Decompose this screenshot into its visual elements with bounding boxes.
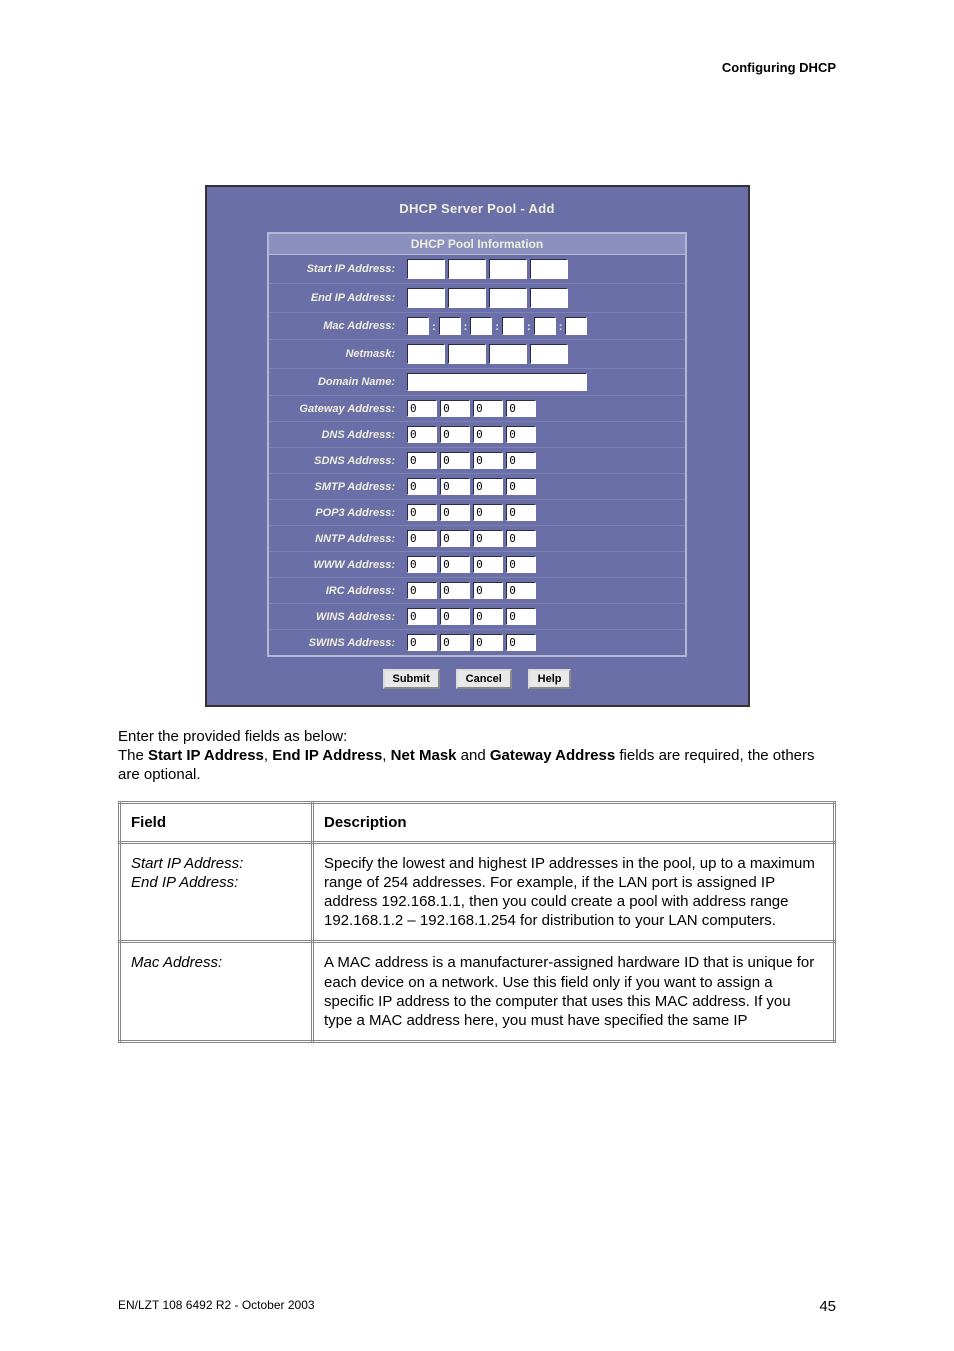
label-start-ip: Start IP Address: [269, 255, 401, 284]
swins-3[interactable] [473, 634, 503, 651]
label-end-ip: End IP Address: [269, 284, 401, 313]
www-3[interactable] [473, 556, 503, 573]
mac-1[interactable] [407, 317, 429, 335]
wins-4[interactable] [506, 608, 536, 625]
label-irc: IRC Address: [269, 578, 401, 604]
sdns-2[interactable] [440, 452, 470, 469]
label-gateway: Gateway Address: [269, 396, 401, 422]
end-ip-octet-1[interactable] [407, 288, 445, 308]
wins-3[interactable] [473, 608, 503, 625]
body-text: Enter the provided fields as below: The … [118, 727, 836, 785]
cell-start-ip [401, 255, 685, 284]
label-dns: DNS Address: [269, 422, 401, 448]
label-domain: Domain Name: [269, 369, 401, 396]
section-header: DHCP Pool Information [269, 234, 685, 255]
cell-netmask [401, 340, 685, 369]
nntp-4[interactable] [506, 530, 536, 547]
dns-3[interactable] [473, 426, 503, 443]
dns-4[interactable] [506, 426, 536, 443]
irc-2[interactable] [440, 582, 470, 599]
label-pop3: POP3 Address: [269, 500, 401, 526]
mac-5[interactable] [534, 317, 556, 335]
pop3-4[interactable] [506, 504, 536, 521]
dns-2[interactable] [440, 426, 470, 443]
help-button[interactable]: Help [528, 669, 572, 689]
gateway-2[interactable] [440, 400, 470, 417]
swins-1[interactable] [407, 634, 437, 651]
label-nntp: NNTP Address: [269, 526, 401, 552]
end-ip-octet-3[interactable] [489, 288, 527, 308]
table-row: Start IP Address: End IP Address: Specif… [120, 842, 835, 942]
dns-1[interactable] [407, 426, 437, 443]
label-wins: WINS Address: [269, 604, 401, 630]
www-4[interactable] [506, 556, 536, 573]
cancel-button[interactable]: Cancel [456, 669, 512, 689]
label-smtp: SMTP Address: [269, 474, 401, 500]
irc-3[interactable] [473, 582, 503, 599]
swins-4[interactable] [506, 634, 536, 651]
dhcp-add-screenshot: DHCP Server Pool - Add DHCP Pool Informa… [205, 185, 750, 707]
start-ip-octet-2[interactable] [448, 259, 486, 279]
irc-4[interactable] [506, 582, 536, 599]
smtp-2[interactable] [440, 478, 470, 495]
page-header: Configuring DHCP [118, 60, 836, 75]
smtp-3[interactable] [473, 478, 503, 495]
table-row: Mac Address: A MAC address is a manufact… [120, 942, 835, 1042]
page-number: 45 [819, 1298, 836, 1315]
nntp-1[interactable] [407, 530, 437, 547]
label-netmask: Netmask: [269, 340, 401, 369]
wins-2[interactable] [440, 608, 470, 625]
start-ip-octet-1[interactable] [407, 259, 445, 279]
netmask-1[interactable] [407, 344, 445, 364]
mac-3[interactable] [470, 317, 492, 335]
netmask-4[interactable] [530, 344, 568, 364]
www-2[interactable] [440, 556, 470, 573]
submit-button[interactable]: Submit [383, 669, 440, 689]
cell-end-ip [401, 284, 685, 313]
label-sdns: SDNS Address: [269, 448, 401, 474]
start-ip-octet-3[interactable] [489, 259, 527, 279]
nntp-2[interactable] [440, 530, 470, 547]
col-field: Field [120, 802, 313, 842]
smtp-4[interactable] [506, 478, 536, 495]
mac-2[interactable] [439, 317, 461, 335]
nntp-3[interactable] [473, 530, 503, 547]
netmask-2[interactable] [448, 344, 486, 364]
mac-4[interactable] [502, 317, 524, 335]
pop3-3[interactable] [473, 504, 503, 521]
wins-1[interactable] [407, 608, 437, 625]
sdns-1[interactable] [407, 452, 437, 469]
gateway-3[interactable] [473, 400, 503, 417]
www-1[interactable] [407, 556, 437, 573]
sdns-4[interactable] [506, 452, 536, 469]
label-www: WWW Address: [269, 552, 401, 578]
netmask-3[interactable] [489, 344, 527, 364]
cell-mac: ::::: [401, 313, 685, 340]
swins-2[interactable] [440, 634, 470, 651]
panel-title: DHCP Server Pool - Add [207, 187, 748, 232]
start-ip-octet-4[interactable] [530, 259, 568, 279]
sdns-3[interactable] [473, 452, 503, 469]
mac-6[interactable] [565, 317, 587, 335]
col-description: Description [313, 802, 835, 842]
label-swins: SWINS Address: [269, 630, 401, 655]
pop3-1[interactable] [407, 504, 437, 521]
end-ip-octet-4[interactable] [530, 288, 568, 308]
gateway-1[interactable] [407, 400, 437, 417]
domain-name-input[interactable] [407, 373, 587, 391]
field-description-table: Field Description Start IP Address: End … [118, 801, 836, 1044]
label-mac: Mac Address: [269, 313, 401, 340]
end-ip-octet-2[interactable] [448, 288, 486, 308]
smtp-1[interactable] [407, 478, 437, 495]
irc-1[interactable] [407, 582, 437, 599]
footer: EN/LZT 108 6492 R2 - October 2003 45 [118, 1298, 836, 1315]
pop3-2[interactable] [440, 504, 470, 521]
gateway-4[interactable] [506, 400, 536, 417]
footer-left: EN/LZT 108 6492 R2 - October 2003 [118, 1298, 315, 1312]
